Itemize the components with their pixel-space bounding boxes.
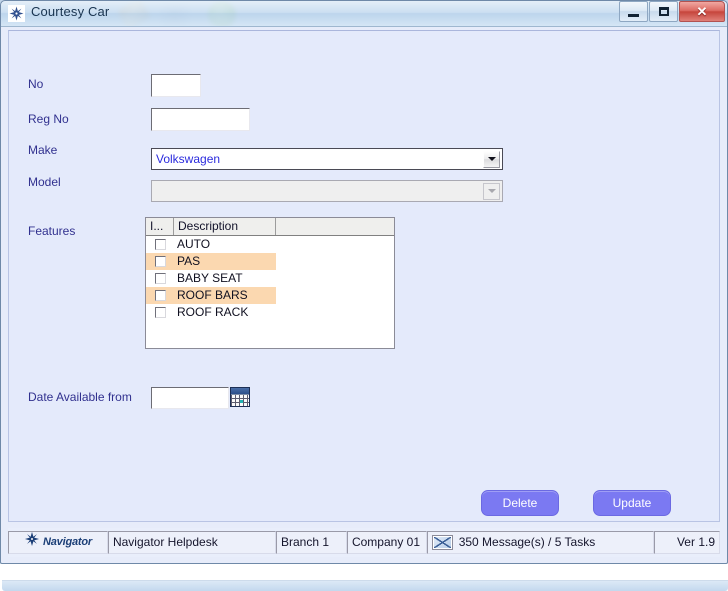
row-checkbox-cell[interactable] — [146, 287, 174, 304]
row-blank-cell — [276, 270, 394, 287]
label-date-available-from: Date Available from — [28, 390, 132, 404]
row-blank-cell — [276, 287, 394, 304]
grid-header-cell-description[interactable]: Description — [174, 218, 276, 235]
compass-star-icon — [24, 532, 40, 553]
maximize-icon — [658, 7, 669, 16]
label-reg-no: Reg No — [28, 112, 69, 126]
table-row[interactable]: BABY SEAT — [146, 270, 394, 287]
window-bottom-chrome — [2, 580, 728, 591]
row-description-cell: PAS — [174, 253, 276, 270]
envelope-icon[interactable] — [431, 535, 453, 550]
row-blank-cell — [276, 304, 394, 321]
maximize-button[interactable] — [649, 1, 678, 22]
make-combobox-value: Volkswagen — [156, 152, 221, 166]
row-description-cell: BABY SEAT — [177, 271, 243, 285]
courtesy-car-window: Courtesy Car ✕ No Reg No Make Volkswagen… — [0, 0, 728, 591]
status-messages-text: 350 Message(s) / 5 Tasks — [458, 535, 596, 549]
model-combobox[interactable] — [151, 180, 503, 202]
close-icon: ✕ — [696, 4, 708, 19]
status-bar: Navigator Navigator Helpdesk Branch 1 Co… — [8, 528, 720, 557]
minimize-icon — [628, 13, 639, 17]
status-company: Company 01 — [346, 531, 427, 554]
courtesy-car-form-panel: No Reg No Make Volkswagen Model Features… — [8, 30, 720, 522]
no-input[interactable] — [151, 74, 201, 97]
checkbox-icon[interactable] — [154, 273, 166, 284]
row-checkbox-cell[interactable] — [146, 236, 174, 253]
status-helpdesk: Navigator Helpdesk — [107, 531, 276, 554]
window-controls: ✕ — [618, 1, 725, 22]
minimize-button[interactable] — [619, 1, 648, 22]
grid-header-cell-blank[interactable] — [276, 218, 394, 235]
checkbox-icon[interactable] — [154, 307, 166, 318]
features-grid-body: AUTO PAS BABY SEAT ROOF BARS ROOF RACK — [146, 236, 394, 321]
navigator-logo: Navigator — [8, 531, 108, 554]
table-row[interactable]: PAS — [146, 253, 394, 270]
checkbox-icon[interactable] — [154, 239, 166, 250]
features-grid[interactable]: I... Description AUTO PAS BABY SEAT ROOF BA… — [145, 217, 395, 349]
label-features: Features — [28, 224, 76, 238]
status-messages-cell[interactable]: 350 Message(s) / 5 Tasks — [426, 531, 654, 554]
row-blank-cell — [276, 253, 394, 270]
checkbox-icon[interactable] — [154, 256, 166, 267]
label-no: No — [28, 77, 44, 91]
table-row[interactable]: ROOF RACK — [146, 304, 394, 321]
row-blank-cell — [276, 236, 394, 253]
row-description-cell: ROOF RACK — [177, 305, 249, 319]
grid-header-cell-included[interactable]: I... — [146, 218, 174, 235]
table-row[interactable]: ROOF BARS — [146, 287, 394, 304]
update-button[interactable]: Update — [593, 490, 671, 516]
navigator-logo-text: Navigator — [43, 536, 92, 548]
delete-button[interactable]: Delete — [481, 490, 559, 516]
make-combobox[interactable]: Volkswagen — [151, 148, 503, 170]
label-make: Make — [28, 143, 58, 157]
window-title: Courtesy Car — [31, 4, 110, 19]
features-grid-header: I... Description — [146, 218, 394, 236]
chevron-down-icon[interactable] — [483, 150, 500, 168]
row-checkbox-cell[interactable] — [146, 270, 174, 287]
compass-star-icon — [8, 5, 25, 22]
close-button[interactable]: ✕ — [679, 1, 725, 22]
status-version: Ver 1.9 — [653, 531, 720, 554]
row-checkbox-cell[interactable] — [146, 253, 174, 270]
row-description-cell: ROOF BARS — [174, 287, 276, 304]
chevron-down-icon[interactable] — [483, 182, 500, 200]
row-checkbox-cell[interactable] — [146, 304, 174, 321]
reg-no-input[interactable] — [151, 108, 250, 131]
label-model: Model — [28, 175, 61, 189]
status-branch: Branch 1 — [275, 531, 347, 554]
calendar-icon[interactable] — [230, 387, 250, 407]
row-description-cell: AUTO — [177, 237, 211, 251]
date-available-from-input[interactable] — [151, 387, 229, 409]
window-client-area: No Reg No Make Volkswagen Model Features… — [1, 27, 728, 591]
table-row[interactable]: AUTO — [146, 236, 394, 253]
checkbox-icon[interactable] — [154, 290, 166, 301]
title-bar[interactable]: Courtesy Car ✕ — [0, 0, 728, 27]
